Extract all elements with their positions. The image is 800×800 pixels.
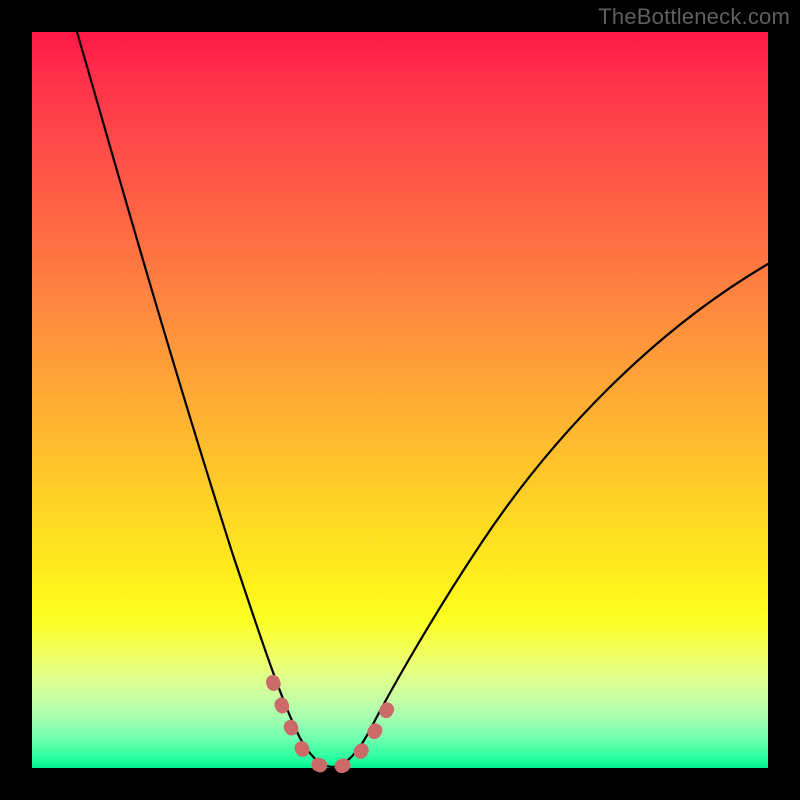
- bottleneck-curve-path: [77, 32, 768, 767]
- outer-frame: TheBottleneck.com: [0, 0, 800, 800]
- watermark-text: TheBottleneck.com: [598, 4, 790, 30]
- curve-layer: [32, 32, 768, 768]
- bottom-highlight-path: [273, 682, 396, 768]
